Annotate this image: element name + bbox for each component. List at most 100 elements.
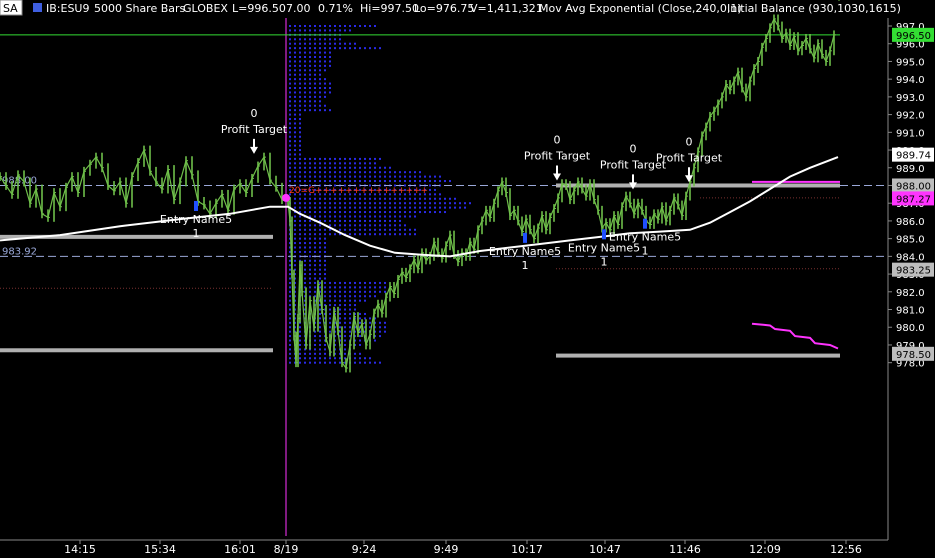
profile-dot	[294, 202, 296, 205]
profile-dot	[379, 166, 381, 169]
profile-dot	[329, 91, 331, 94]
profile-dot	[394, 228, 396, 231]
profile-dot	[314, 95, 316, 98]
profile-dot	[344, 197, 346, 200]
profile-dot	[329, 29, 331, 32]
profile-dot	[309, 246, 311, 249]
profile-dot	[319, 343, 321, 346]
session-marker-dot	[282, 193, 290, 202]
profile-dot	[344, 171, 346, 174]
profile-dot	[324, 215, 326, 218]
price-tick-label: 982.0	[896, 288, 925, 299]
profile-dot	[309, 162, 311, 165]
profile-dot	[294, 73, 296, 76]
profile-dot	[334, 175, 336, 178]
profile-dot	[354, 299, 356, 302]
profile-dot	[289, 109, 291, 112]
profile-dot	[329, 317, 331, 320]
profile-dot	[429, 197, 431, 200]
profile-dot	[384, 175, 386, 178]
profile-dot	[344, 47, 346, 50]
ib-bar	[0, 348, 273, 353]
profile-dot	[314, 157, 316, 160]
profile-dot	[319, 197, 321, 200]
profile-dot	[364, 361, 366, 364]
profile-dot	[304, 197, 306, 200]
profile-dot	[354, 206, 356, 209]
profile-dot	[369, 321, 371, 324]
profile-dot	[309, 104, 311, 107]
profile-dot	[389, 219, 391, 222]
profile-dot	[339, 219, 341, 222]
profile-dot	[334, 290, 336, 293]
profile-dot	[314, 197, 316, 200]
profile-dot	[289, 299, 291, 302]
profile-dot	[344, 317, 346, 320]
profile-dot	[299, 246, 301, 249]
profile-dot	[444, 211, 446, 214]
profile-dot	[394, 233, 396, 236]
profile-dot	[314, 343, 316, 346]
profile-dot	[289, 264, 291, 267]
profile-dot	[334, 219, 336, 222]
profile-dot	[299, 51, 301, 54]
profile-dot	[359, 166, 361, 169]
profile-dot	[399, 211, 401, 214]
profile-dot	[319, 357, 321, 360]
profile-dot	[384, 330, 386, 333]
profile-dot	[324, 109, 326, 112]
profile-dot	[314, 290, 316, 293]
profile-dot	[404, 233, 406, 236]
profile-dot	[289, 166, 291, 169]
entry-qty: 1	[193, 227, 200, 240]
chart-background	[0, 0, 935, 558]
profile-dot	[409, 197, 411, 200]
profile-dot	[299, 166, 301, 169]
profile-dot	[349, 211, 351, 214]
profile-dot	[304, 69, 306, 72]
profile-dot	[339, 29, 341, 32]
profile-dot	[309, 29, 311, 32]
profile-dot	[404, 206, 406, 209]
profile-dot	[324, 357, 326, 360]
profile-dot	[444, 197, 446, 200]
profile-dot	[319, 171, 321, 174]
profile-dot	[314, 264, 316, 267]
profile-dot	[299, 131, 301, 134]
volume-text: V=1,411,321	[470, 2, 543, 15]
profile-dot	[409, 206, 411, 209]
profile-dot	[329, 87, 331, 90]
profile-dot	[309, 42, 311, 45]
profile-dot	[414, 197, 416, 200]
profile-dot	[309, 87, 311, 90]
profile-dot	[324, 56, 326, 59]
profile-dot	[374, 224, 376, 227]
symbol-button-label[interactable]: SA	[3, 2, 18, 15]
profile-dot	[334, 166, 336, 169]
profile-dot	[374, 211, 376, 214]
price-badge-text: 989.74	[896, 151, 931, 162]
profile-dot	[289, 126, 291, 129]
profile-dot	[329, 25, 331, 27]
profile-dot	[289, 82, 291, 85]
profile-dot	[374, 281, 376, 284]
time-tick-label: 16:01	[224, 543, 256, 556]
price-chart[interactable]: SA IB:ESU9 5000 Share Bars GLOBEX L=996.…	[0, 0, 935, 558]
profile-dot	[324, 166, 326, 169]
profile-dot	[309, 91, 311, 94]
profile-dot	[304, 180, 306, 183]
entry-marker-icon	[602, 229, 606, 240]
profile-dot	[304, 78, 306, 81]
profile-dot	[434, 180, 436, 183]
profile-dot	[334, 299, 336, 302]
profile-dot	[304, 100, 306, 103]
symbol-color-swatch	[33, 3, 42, 12]
profile-dot	[369, 357, 371, 360]
profile-dot	[364, 290, 366, 293]
profile-dot	[354, 197, 356, 200]
profile-dot	[294, 100, 296, 103]
profile-dot	[359, 357, 361, 360]
ib-bar	[556, 353, 840, 358]
profit-target-qty: 0	[554, 133, 561, 146]
profile-dot	[304, 206, 306, 209]
